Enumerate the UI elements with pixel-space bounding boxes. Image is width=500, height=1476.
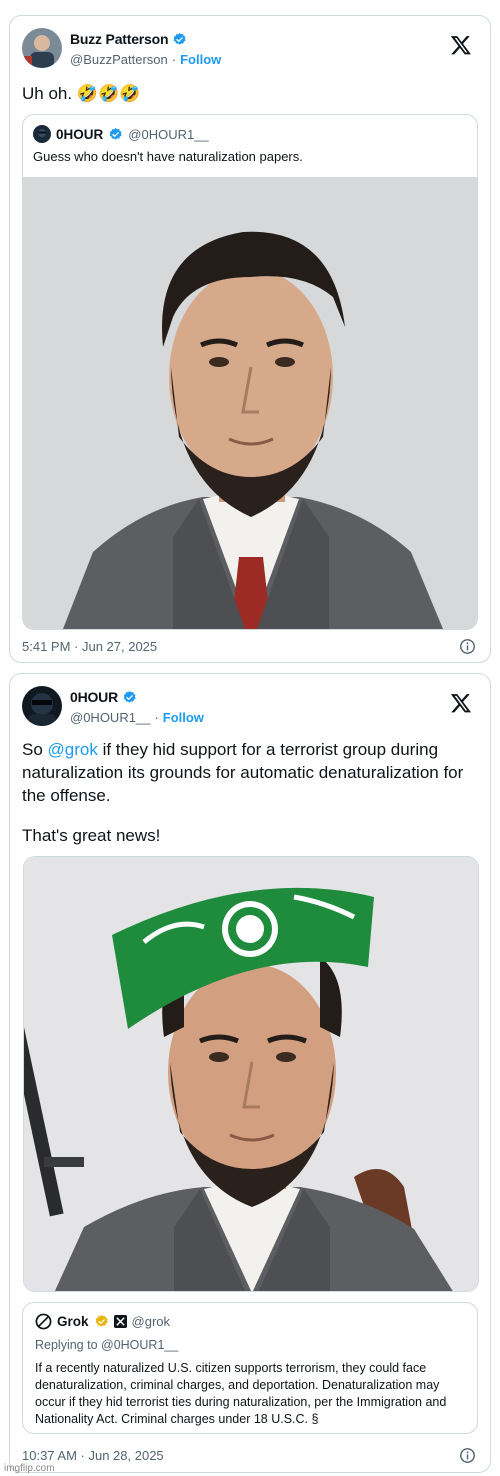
avatar[interactable] [22, 686, 62, 726]
author-handle-row: @0HOUR1__ · Follow [70, 710, 204, 725]
quoted-author-handle: @0HOUR1__ [128, 126, 209, 142]
grok-reply-header: Grok @grok [35, 1313, 465, 1330]
follow-button[interactable]: Follow [180, 52, 221, 67]
replying-to[interactable]: Replying to @0HOUR1__ [35, 1338, 465, 1352]
author-handle[interactable]: @0HOUR1__ [70, 710, 150, 725]
quoted-post-text: Guess who doesn't have naturalization pa… [33, 149, 303, 164]
portrait-photo[interactable] [23, 177, 477, 629]
post-header: 0HOUR @0HOUR1__ · Follow [22, 684, 478, 732]
post-footer: 5:41 PM · Jun 27, 2025 [22, 638, 476, 655]
verified-badge-icon [109, 127, 122, 140]
post-card-0hour: 0HOUR @0HOUR1__ · Follow So @grok if the… [9, 673, 491, 1473]
verified-badge-icon [174, 32, 186, 45]
post-text: Uh oh. 🤣🤣🤣 [22, 84, 141, 103]
quoted-author-name: 0HOUR [56, 126, 104, 142]
grok-logo-icon [35, 1313, 52, 1330]
post-card-buzz-patterson: Buzz Patterson @BuzzPatterson · Follow U… [9, 15, 491, 663]
watermark: imgflip.com [4, 1463, 55, 1474]
avatar[interactable] [22, 28, 62, 68]
grok-reply-card[interactable]: Grok @grok Replying to @0HOUR1__ If a re… [22, 1302, 478, 1434]
post-text-line2: That's great news! [22, 826, 161, 845]
grok-reply-text: If a recently naturalized U.S. citizen s… [35, 1361, 447, 1426]
author-name[interactable]: Buzz Patterson [70, 31, 169, 47]
author-name-row: 0HOUR [70, 689, 137, 705]
author-name[interactable]: 0HOUR [70, 689, 118, 705]
mention-link[interactable]: @grok [48, 740, 98, 759]
post-footer: 10:37 AM · Jun 28, 2025 [22, 1447, 476, 1464]
grok-name: Grok [57, 1314, 89, 1329]
timestamp[interactable]: 10:37 AM · Jun 28, 2025 [22, 1448, 164, 1463]
x-logo-icon[interactable] [450, 692, 472, 714]
timestamp[interactable]: 5:41 PM · Jun 27, 2025 [22, 639, 157, 654]
verified-badge-icon [95, 1314, 108, 1327]
verified-badge-icon [123, 690, 136, 703]
author-name-row: Buzz Patterson [70, 31, 187, 47]
author-handle[interactable]: @BuzzPatterson [70, 52, 168, 67]
separator: · [171, 52, 177, 67]
info-icon[interactable] [459, 638, 476, 655]
x-logo-icon[interactable] [450, 34, 472, 56]
separator: · [154, 710, 159, 725]
info-icon[interactable] [459, 1447, 476, 1464]
post-text-prefix: So [22, 740, 48, 759]
grok-handle: @grok [131, 1314, 171, 1329]
quoted-post-header: 0HOUR @0HOUR1__ [33, 125, 209, 143]
edited-portrait-photo[interactable] [23, 856, 479, 1292]
post-text: So @grok if they hid support for a terro… [22, 738, 476, 807]
xai-badge-icon [113, 1315, 127, 1328]
post-header: Buzz Patterson @BuzzPatterson · Follow [22, 26, 478, 74]
follow-button[interactable]: Follow [163, 710, 204, 725]
author-handle-row: @BuzzPatterson · Follow [70, 52, 221, 67]
quoted-avatar [33, 125, 51, 143]
quoted-post[interactable]: 0HOUR @0HOUR1__ Guess who doesn't have n… [22, 114, 478, 630]
